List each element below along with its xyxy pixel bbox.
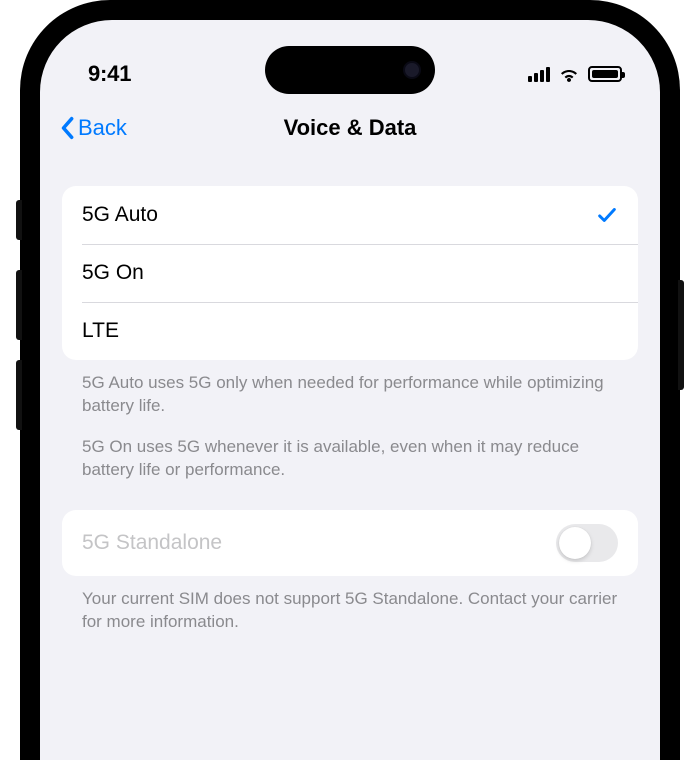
footer-5g-on: 5G On uses 5G whenever it is available, …	[62, 418, 638, 482]
nav-bar: Back Voice & Data	[40, 100, 660, 156]
back-button[interactable]: Back	[60, 115, 127, 141]
battery-icon	[588, 66, 622, 82]
dynamic-island	[265, 46, 435, 94]
volume-down-button	[16, 360, 22, 430]
standalone-toggle[interactable]	[556, 524, 618, 562]
standalone-label: 5G Standalone	[82, 531, 222, 555]
wifi-icon	[558, 66, 580, 82]
footer-5g-auto: 5G Auto uses 5G only when needed for per…	[62, 360, 638, 418]
mute-switch	[16, 200, 22, 240]
standalone-row: 5G Standalone	[62, 510, 638, 576]
volume-up-button	[16, 270, 22, 340]
voice-data-options-group: 5G Auto 5G On LTE	[62, 186, 638, 360]
front-camera	[403, 61, 421, 79]
chevron-left-icon	[60, 116, 74, 140]
power-button	[678, 280, 684, 390]
option-5g-on[interactable]: 5G On	[62, 244, 638, 302]
option-label: 5G On	[82, 261, 144, 285]
checkmark-icon	[596, 204, 618, 226]
option-label: LTE	[82, 319, 119, 343]
standalone-group: 5G Standalone	[62, 510, 638, 576]
switch-knob	[559, 527, 591, 559]
option-label: 5G Auto	[82, 203, 158, 227]
status-indicators	[528, 66, 622, 82]
back-label: Back	[78, 115, 127, 141]
footer-standalone: Your current SIM does not support 5G Sta…	[62, 576, 638, 634]
option-5g-auto[interactable]: 5G Auto	[62, 186, 638, 244]
status-time: 9:41	[88, 61, 131, 87]
page-title: Voice & Data	[284, 115, 417, 141]
screen: 9:41 Back Voice & Data	[40, 20, 660, 760]
cellular-signal-icon	[528, 66, 550, 82]
phone-frame: 9:41 Back Voice & Data	[20, 0, 680, 760]
option-lte[interactable]: LTE	[62, 302, 638, 360]
content-area: 5G Auto 5G On LTE 5G Auto uses 5G only w…	[40, 156, 660, 634]
